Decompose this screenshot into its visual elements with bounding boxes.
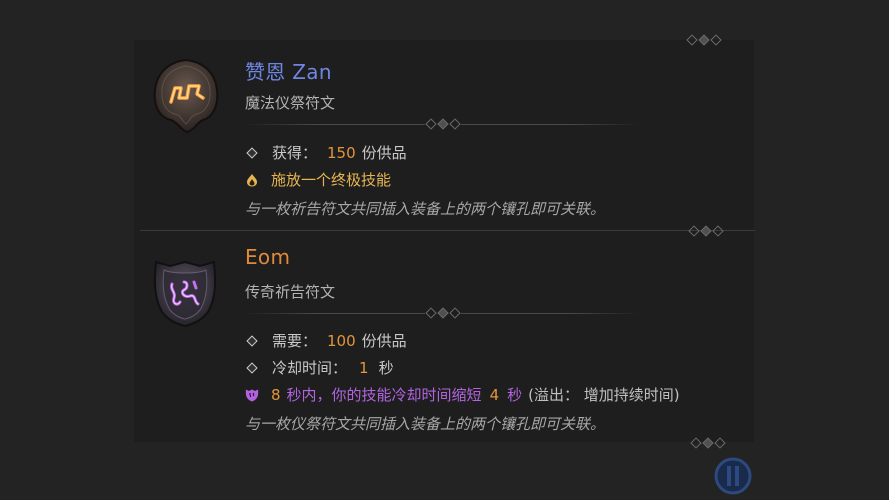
effect-duration-value: 8 <box>271 385 281 404</box>
shield-icon <box>245 389 259 401</box>
effect-unit: 秒 <box>507 386 523 404</box>
mid-ornament <box>688 224 724 238</box>
rune-title: Eom <box>245 245 291 269</box>
stat-value: 150 <box>327 143 356 162</box>
stat-suffix: 秒 <box>378 359 394 377</box>
bottom-ornament <box>690 436 726 450</box>
diamond-bullet-icon <box>246 146 258 159</box>
rune-type: 传奇祈告符文 <box>245 283 336 301</box>
top-ornament <box>686 33 722 47</box>
diamond-bullet-icon <box>246 361 258 374</box>
purple-rune-icon <box>153 260 217 328</box>
flame-icon <box>247 173 257 186</box>
stat-suffix: 份供品 <box>361 332 407 350</box>
stat-suffix: 份供品 <box>361 144 407 162</box>
effect-text: 施放一个终极技能 <box>271 171 392 189</box>
effect-overflow: (溢出： 增加持续时间) <box>528 386 680 404</box>
stat-row-obtain: 获得： 150 份供品 <box>245 142 407 163</box>
divider-ornament <box>245 117 641 131</box>
orange-rune-icon <box>153 58 219 134</box>
site-logo-icon <box>714 457 752 495</box>
stat-value: 100 <box>327 331 356 350</box>
stat-row-cooldown: 冷却时间： 1 秒 <box>245 357 394 378</box>
divider-ornament <box>245 306 641 320</box>
stat-row-require: 需要： 100 份供品 <box>245 330 407 351</box>
stat-value: 1 <box>359 358 369 377</box>
effect-row: 施放一个终极技能 <box>245 169 391 190</box>
effect-row: 8 秒内，你的技能冷却时间缩短 4 秒 (溢出： 增加持续时间) <box>245 384 680 405</box>
item-separator <box>140 230 755 231</box>
stat-label: 冷却时间： <box>272 359 348 377</box>
rune-title: 赞恩 Zan <box>245 60 332 84</box>
rune-description: 与一枚仪祭符文共同插入装备上的两个镶孔即可关联。 <box>245 415 606 433</box>
rune-type: 魔法仪祭符文 <box>245 94 336 112</box>
rune-tooltip-panel <box>134 40 754 442</box>
effect-text: 秒内，你的技能冷却时间缩短 <box>286 386 482 404</box>
stat-label: 需要： <box>272 332 318 350</box>
effect-reduction-value: 4 <box>489 385 500 404</box>
rune-description: 与一枚祈告符文共同插入装备上的两个镶孔即可关联。 <box>245 200 606 218</box>
diamond-bullet-icon <box>246 334 258 347</box>
stat-label: 获得： <box>272 144 318 162</box>
